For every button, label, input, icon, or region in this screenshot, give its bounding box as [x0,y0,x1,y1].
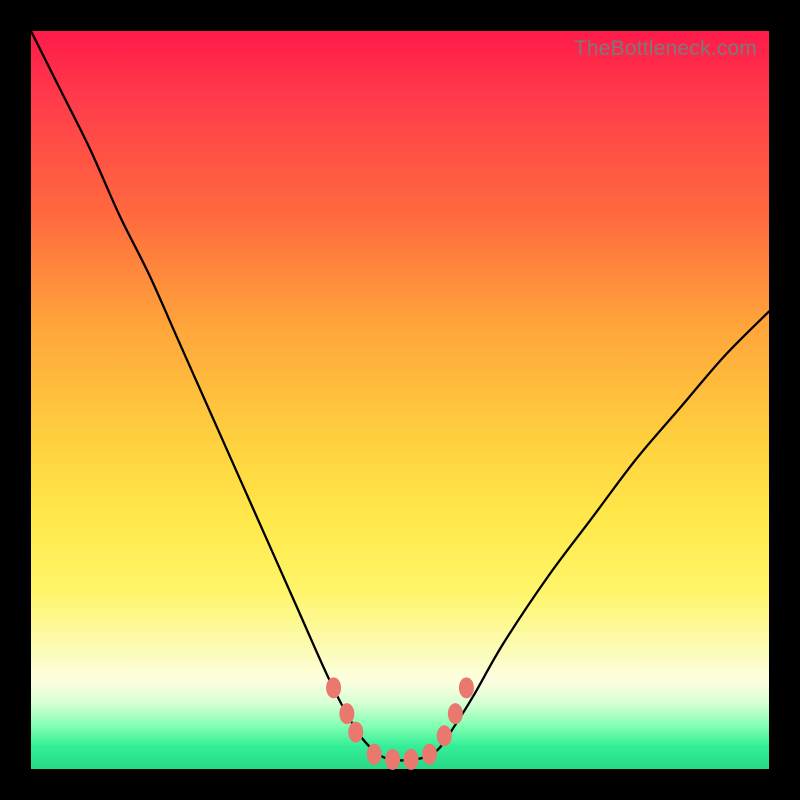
curve-marker [448,703,463,724]
curve-marker [422,744,437,765]
curve-markers [326,677,474,770]
curve-marker [404,749,419,770]
plot-area: TheBottleneck.com [31,31,769,769]
curve-marker [437,725,452,746]
curve-marker [367,744,382,765]
chart-frame: TheBottleneck.com [0,0,800,800]
curve-marker [348,722,363,743]
curve-marker [459,677,474,698]
curve-marker [385,749,400,770]
bottleneck-curve [31,31,769,760]
chart-svg [31,31,769,769]
curve-marker [326,677,341,698]
curve-marker [339,703,354,724]
